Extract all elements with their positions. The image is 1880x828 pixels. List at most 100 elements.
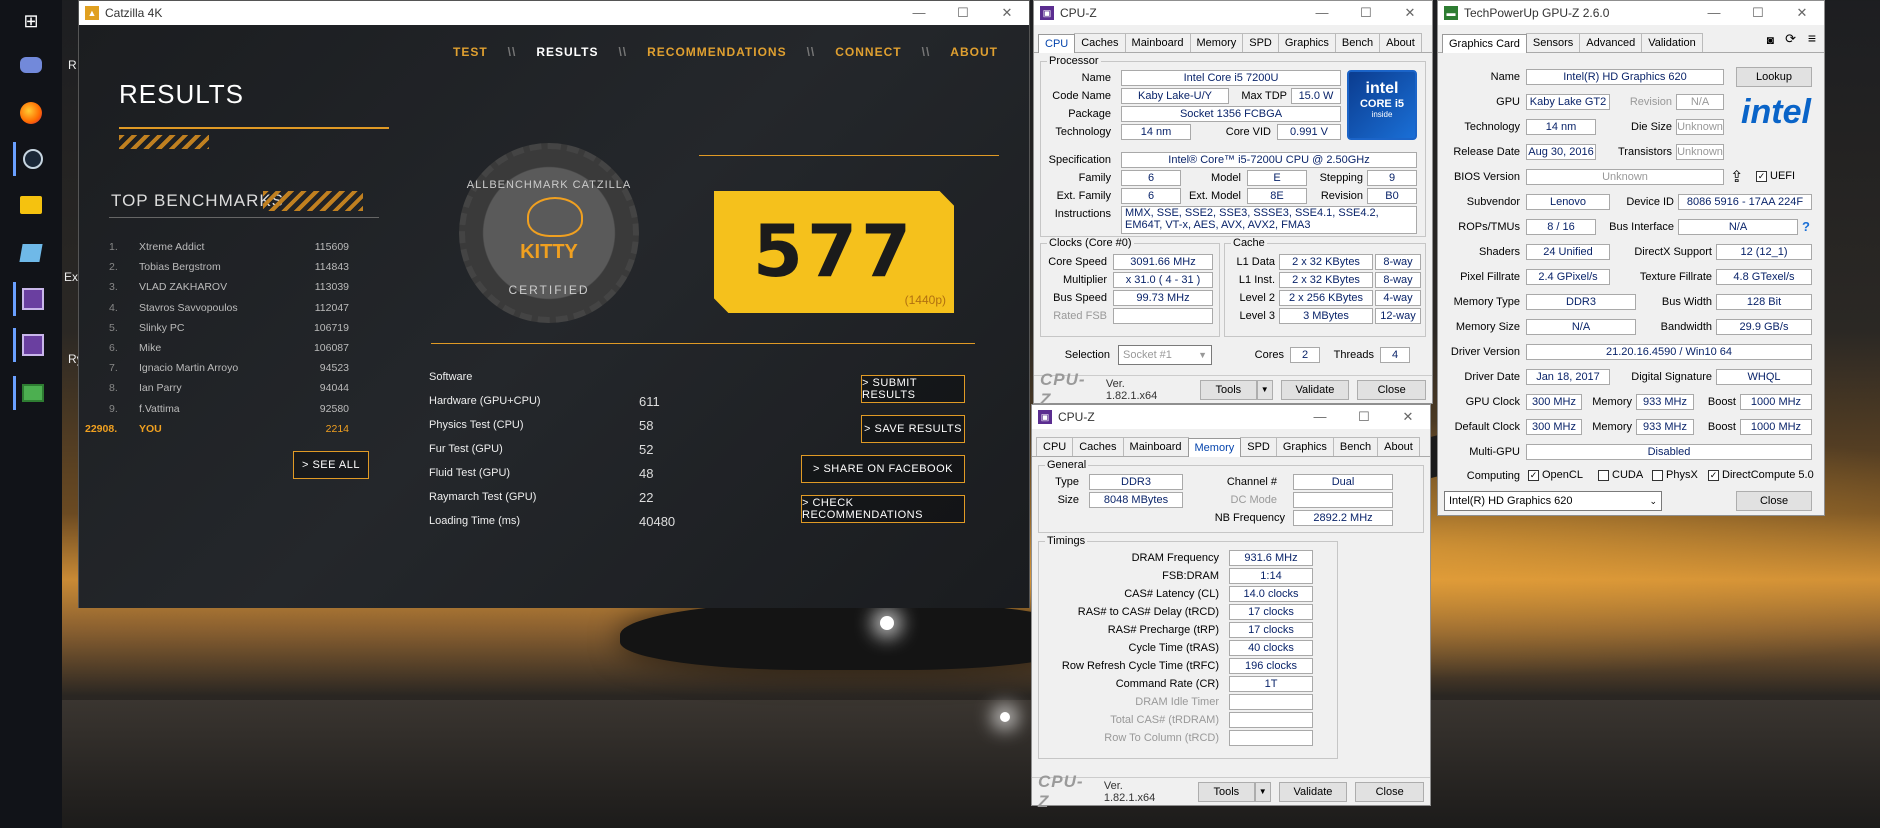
share-facebook-button[interactable]: > SHARE ON FACEBOOK — [801, 455, 965, 483]
score: 2214 — [325, 422, 349, 435]
result-label: Physics Test (CPU) — [429, 419, 524, 431]
firefox-icon[interactable] — [13, 96, 49, 130]
maximize-button[interactable]: ☐ — [1342, 409, 1386, 425]
field-label: Driver Date — [1464, 371, 1520, 383]
opencl-label: OpenCL — [1542, 469, 1583, 481]
field-label: Bus Speed — [1053, 292, 1107, 304]
cuda-checkbox[interactable]: CUDA — [1598, 469, 1643, 481]
minimize-button[interactable]: — — [1298, 409, 1342, 425]
tools-dropdown-icon[interactable]: ▼ — [1256, 379, 1273, 400]
tab-about[interactable]: About — [1377, 437, 1420, 456]
uefi-checkbox[interactable]: ✓ UEFI — [1756, 170, 1795, 182]
tab-about[interactable]: About — [1379, 33, 1422, 52]
menu-icon[interactable]: ≡ — [1808, 30, 1816, 46]
see-all-button[interactable]: > SEE ALL — [293, 451, 369, 479]
tools-button[interactable]: Tools — [1199, 379, 1257, 400]
opencl-checkbox[interactable]: ✓ OpenCL — [1528, 469, 1583, 481]
save-results-button[interactable]: > SAVE RESULTS — [861, 415, 965, 443]
field-label: Boost — [1707, 396, 1736, 408]
chevron-down-icon: ▼ — [1198, 350, 1207, 360]
l1-inst-way: 8-way — [1375, 272, 1421, 288]
result-label: Raymarch Test (GPU) — [429, 491, 537, 503]
tools-button[interactable]: Tools — [1197, 781, 1255, 802]
tab-bench[interactable]: Bench — [1332, 437, 1379, 456]
tab-advanced[interactable]: Advanced — [1579, 33, 1643, 52]
gpuz-icon: ▬ — [1444, 6, 1458, 20]
cpuz-icon-2[interactable] — [13, 328, 49, 362]
help-icon[interactable]: ? — [1802, 219, 1810, 234]
windows-icon[interactable]: ⊞ — [13, 4, 49, 38]
minimize-button[interactable]: — — [897, 5, 941, 21]
close-button[interactable]: Close — [1357, 379, 1426, 400]
logo-line: CORE i5 — [1359, 98, 1404, 110]
camera-icon[interactable]: ◙ — [1767, 33, 1774, 47]
tab-mainboard[interactable]: Mainboard — [1122, 437, 1189, 456]
tab-memory[interactable]: Memory — [1189, 33, 1244, 52]
close-button[interactable]: Close — [1736, 491, 1812, 511]
nav-recommendations[interactable]: RECOMMENDATIONS — [633, 45, 800, 59]
timing-label: Cycle Time (tRAS) — [1128, 642, 1219, 654]
socket-select[interactable]: Socket #1 ▼ — [1118, 345, 1212, 365]
validate-button[interactable]: Validate — [1278, 781, 1348, 802]
folder-icon[interactable] — [13, 188, 49, 222]
tab-spd[interactable]: SPD — [1242, 33, 1279, 52]
directcompute-checkbox[interactable]: ✓ DirectCompute 5.0 — [1708, 469, 1814, 481]
steam-icon[interactable] — [13, 142, 49, 176]
close-button[interactable]: Close — [1355, 781, 1424, 802]
cpuz-icon[interactable] — [13, 282, 49, 316]
result-row: Physics Test (CPU) 58 — [429, 413, 699, 437]
name: YOU — [139, 422, 162, 435]
gpuz-icon[interactable] — [13, 376, 49, 410]
physx-checkbox[interactable]: PhysX — [1652, 469, 1698, 481]
release-date-field: Aug 30, 2016 — [1526, 144, 1596, 160]
tab-memory[interactable]: Memory — [1187, 438, 1242, 457]
directcompute-label: DirectCompute 5.0 — [1722, 469, 1814, 481]
cpuz-tabs: CPU Caches Mainboard Memory SPD Graphics… — [1032, 429, 1430, 457]
discord-icon[interactable] — [13, 48, 49, 82]
tab-caches[interactable]: Caches — [1074, 33, 1126, 52]
tab-graphics[interactable]: Graphics — [1275, 437, 1334, 456]
device-id-field: 8086 5916 - 17AA 224F — [1678, 194, 1812, 210]
field-label: Bandwidth — [1660, 321, 1712, 333]
tab-cpu[interactable]: CPU — [1038, 34, 1076, 53]
share-icon[interactable]: ⇪ — [1730, 167, 1743, 187]
maximize-button[interactable]: ☐ — [1344, 5, 1388, 21]
tab-spd[interactable]: SPD — [1240, 437, 1277, 456]
refresh-icon[interactable]: ⟳ — [1785, 31, 1796, 47]
rank: 22908. — [85, 422, 118, 435]
close-button[interactable]: ✕ — [1388, 5, 1432, 21]
gpu-device-select[interactable]: Intel(R) HD Graphics 620 ⌄ — [1444, 491, 1662, 511]
physx-label: PhysX — [1666, 469, 1698, 481]
close-button[interactable]: ✕ — [1386, 409, 1430, 425]
texture-fillrate-field: 4.8 GTexel/s — [1716, 269, 1812, 285]
notes-icon[interactable] — [13, 236, 49, 270]
nav-results[interactable]: RESULTS — [522, 45, 612, 59]
tools-dropdown-icon[interactable]: ▼ — [1254, 781, 1271, 802]
nav-about[interactable]: ABOUT — [936, 45, 1012, 59]
close-button[interactable]: ✕ — [985, 5, 1029, 21]
tab-caches[interactable]: Caches — [1072, 437, 1124, 456]
maximize-button[interactable]: ☐ — [941, 5, 985, 21]
maximize-button[interactable]: ☐ — [1736, 5, 1780, 21]
tab-mainboard[interactable]: Mainboard — [1124, 33, 1191, 52]
validate-button[interactable]: Validate — [1280, 379, 1350, 400]
nav-test[interactable]: TEST — [439, 45, 502, 59]
lookup-button[interactable]: Lookup — [1736, 67, 1812, 87]
tab-graphics-card[interactable]: Graphics Card — [1442, 34, 1527, 53]
close-button[interactable]: ✕ — [1780, 5, 1824, 21]
minimize-button[interactable]: — — [1692, 5, 1736, 21]
top-benchmarks-heading: TOP BENCHMARKS — [111, 191, 285, 210]
tab-bench[interactable]: Bench — [1334, 33, 1381, 52]
tab-graphics[interactable]: Graphics — [1277, 33, 1336, 52]
check-recommendations-button[interactable]: > CHECK RECOMMENDATIONS — [801, 495, 965, 523]
submit-results-button[interactable]: > SUBMIT RESULTS — [861, 375, 965, 403]
tab-sensors[interactable]: Sensors — [1525, 33, 1581, 52]
tab-cpu[interactable]: CPU — [1036, 437, 1074, 456]
model-field: E — [1247, 170, 1307, 186]
tab-validation[interactable]: Validation — [1641, 33, 1703, 52]
nav-connect[interactable]: CONNECT — [821, 45, 915, 59]
minimize-button[interactable]: — — [1300, 5, 1344, 21]
result-label: Fur Test (GPU) — [429, 443, 503, 455]
catzilla-window: ▲ Catzilla 4K — ☐ ✕ TEST \\ RESULTS \\ R… — [78, 0, 1030, 608]
threads-field: 4 — [1380, 347, 1410, 363]
